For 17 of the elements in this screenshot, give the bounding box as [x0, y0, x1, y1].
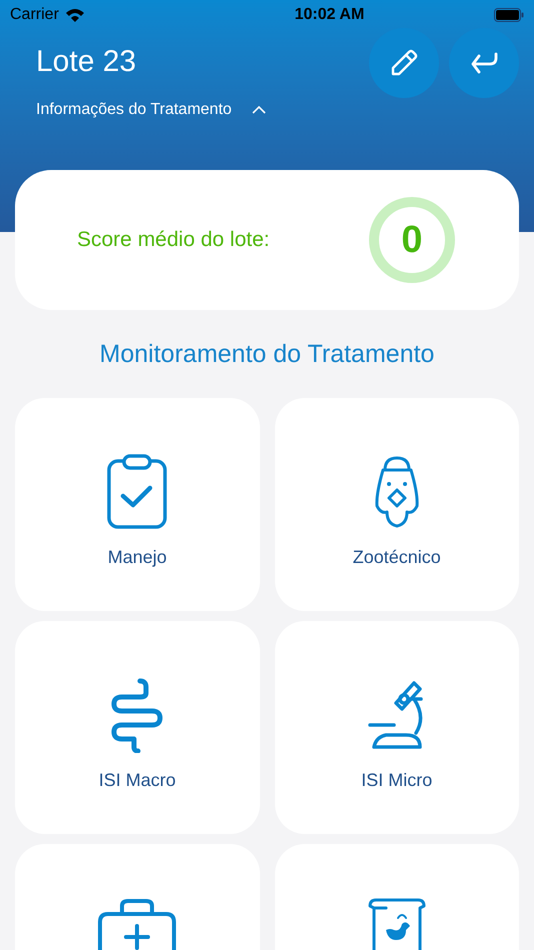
wifi-icon	[64, 8, 85, 22]
category-tile[interactable]: Zootécnico	[274, 398, 519, 610]
category-tile[interactable]: ISI Macro	[15, 620, 260, 834]
treatment-info-toggle[interactable]: Informações do Tratamento	[36, 98, 266, 122]
pencil-icon	[390, 49, 418, 77]
score-value: 0	[401, 218, 423, 262]
clock-time: 10:02 AM	[294, 5, 364, 25]
category-tile[interactable]: ISI Micro	[274, 620, 519, 834]
clipboard-check-icon	[106, 454, 168, 530]
category-tile[interactable]: Manejo	[15, 398, 260, 610]
section-title: Monitoramento do Tratamento	[98, 339, 436, 370]
page-title: Lote 23	[36, 44, 138, 80]
return-arrow-icon	[470, 51, 498, 75]
battery-icon	[494, 8, 524, 22]
feed-bag-icon	[366, 896, 428, 950]
carrier-label: Carrier	[10, 5, 59, 25]
score-label: Score médio do lote:	[77, 227, 270, 254]
